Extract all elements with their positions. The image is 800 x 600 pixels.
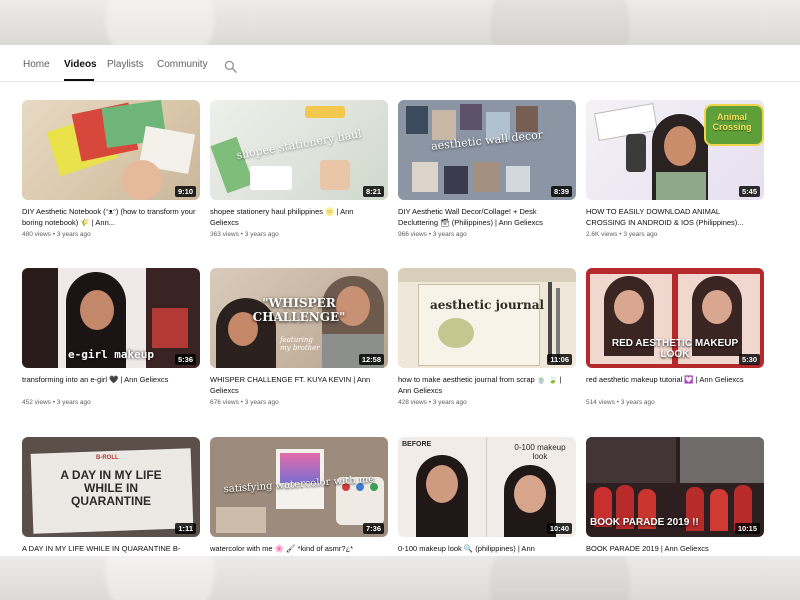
thumbnail-caption: Animal Crossing: [712, 112, 752, 132]
video-thumbnail[interactable]: satisfying watercolor with me 7:36: [210, 437, 388, 537]
video-card[interactable]: e-girl makeup 5:36 transforming into an …: [22, 268, 200, 406]
thumbnail-subtext: featuring my brother: [280, 336, 320, 352]
video-title[interactable]: A DAY IN MY LIFE WHILE IN QUARANTINE B-: [22, 543, 200, 556]
video-thumbnail[interactable]: "WHISPER CHALLENGE" featuring my brother…: [210, 268, 388, 368]
video-duration: 5:30: [738, 354, 760, 365]
video-meta: 428 views • 3 years ago: [398, 399, 467, 406]
video-title[interactable]: DIY Aesthetic Wall Decor/Collage! + Desk…: [398, 206, 576, 228]
video-card[interactable]: aesthetic wall decor 8:39 DIY Aesthetic …: [398, 100, 576, 238]
video-card[interactable]: shopee stationery haul 8:21 shopee stati…: [210, 100, 388, 238]
video-title[interactable]: shopee stationery haul philippines 🌝 | A…: [210, 206, 388, 228]
video-thumbnail[interactable]: aesthetic wall decor 8:39: [398, 100, 576, 200]
video-card[interactable]: satisfying watercolor with me 7:36 water…: [210, 437, 388, 556]
video-thumbnail[interactable]: e-girl makeup 5:36: [22, 268, 200, 368]
thumbnail-caption: aesthetic journal: [429, 298, 545, 312]
video-title[interactable]: how to make aesthetic journal from scrap…: [398, 374, 576, 396]
video-duration: 5:36: [174, 354, 196, 365]
video-thumbnail[interactable]: B-ROLL A DAY IN MY LIFE WHILE IN QUARANT…: [22, 437, 200, 537]
channel-tabs: Home Videos Playlists Community: [0, 45, 800, 82]
tab-videos[interactable]: Videos: [64, 59, 97, 70]
video-card[interactable]: BOOK PARADE 2019 !! 10:15 BOOK PARADE 20…: [586, 437, 764, 556]
tab-community[interactable]: Community: [157, 59, 208, 70]
video-title[interactable]: DIY Aesthetic Notebook (ᵔᴥᵔ) (how to tra…: [22, 206, 200, 228]
active-tab-indicator: [64, 79, 94, 81]
video-duration: 10:40: [546, 523, 572, 534]
video-duration: 10:15: [734, 523, 760, 534]
video-card[interactable]: 9:10 DIY Aesthetic Notebook (ᵔᴥᵔ) (how t…: [22, 100, 200, 238]
video-duration: 8:39: [550, 186, 572, 197]
video-title[interactable]: watercolor with me 🌸 🖌 *kind of asmr?¿*: [210, 543, 388, 556]
search-icon[interactable]: [224, 60, 237, 73]
video-duration: 9:10: [174, 186, 196, 197]
tab-home[interactable]: Home: [23, 59, 50, 70]
video-duration: 12:58: [358, 354, 384, 365]
video-title[interactable]: WHISPER CHALLENGE FT. KUYA KEVIN | Ann G…: [210, 374, 388, 396]
paper-background-top: [0, 0, 800, 45]
video-duration: 8:21: [362, 186, 384, 197]
video-title[interactable]: HOW TO EASILY DOWNLOAD ANIMAL CROSSING I…: [586, 206, 764, 228]
tab-playlists[interactable]: Playlists: [107, 59, 144, 70]
video-meta: 452 views • 3 years ago: [22, 399, 91, 406]
video-thumbnail[interactable]: shopee stationery haul 8:21: [210, 100, 388, 200]
thumbnail-caption: 0-100 makeup look: [514, 443, 566, 461]
video-thumbnail[interactable]: RED AESTHETIC MAKEUP LOOK 5:30: [586, 268, 764, 368]
video-title[interactable]: BOOK PARADE 2019 | Ann Geliexcs: [586, 543, 764, 556]
video-card[interactable]: BEFORE 0-100 makeup look 10:40 0-100 mak…: [398, 437, 576, 556]
video-card[interactable]: aesthetic journal 11:06 how to make aest…: [398, 268, 576, 406]
video-duration: 7:36: [362, 523, 384, 534]
paper-background-bottom: [0, 556, 800, 600]
video-meta: 2.6K views • 3 years ago: [586, 231, 658, 238]
thumbnail-caption: e-girl makeup: [67, 348, 155, 361]
video-meta: 363 views • 3 years ago: [210, 231, 279, 238]
thumbnail-label: B-ROLL: [96, 455, 119, 461]
video-meta: 676 views • 3 years ago: [210, 399, 279, 406]
video-duration: 11:06: [547, 354, 572, 365]
thumbnail-caption: RED AESTHETIC MAKEUP LOOK: [611, 338, 739, 360]
video-thumbnail[interactable]: aesthetic journal 11:06: [398, 268, 576, 368]
video-meta: 514 views • 3 years ago: [586, 399, 655, 406]
thumbnail-caption: A DAY IN MY LIFE WHILE IN QUARANTINE: [60, 468, 162, 508]
video-duration: 5:45: [738, 186, 760, 197]
video-thumbnail[interactable]: BEFORE 0-100 makeup look 10:40: [398, 437, 576, 537]
video-meta: 966 views • 3 years ago: [398, 231, 467, 238]
video-thumbnail[interactable]: 9:10: [22, 100, 200, 200]
video-card[interactable]: RED AESTHETIC MAKEUP LOOK 5:30 red aesth…: [586, 268, 764, 406]
thumbnail-caption: "WHISPER CHALLENGE": [252, 296, 346, 324]
video-title[interactable]: 0-100 makeup look 🔍 (philippines) | Ann: [398, 543, 576, 556]
video-title[interactable]: transforming into an e-girl 🖤 | Ann Geli…: [22, 374, 200, 396]
channel-panel: Home Videos Playlists Community 9:10 DIY…: [0, 45, 800, 556]
video-card[interactable]: "WHISPER CHALLENGE" featuring my brother…: [210, 268, 388, 406]
video-thumbnail[interactable]: Animal Crossing 5:45: [586, 100, 764, 200]
video-card[interactable]: B-ROLL A DAY IN MY LIFE WHILE IN QUARANT…: [22, 437, 200, 556]
thumbnail-caption: BOOK PARADE 2019 !!: [590, 517, 699, 528]
video-card[interactable]: Animal Crossing 5:45 HOW TO EASILY DOWNL…: [586, 100, 764, 238]
video-title[interactable]: red aesthetic makeup tutorial 💟 | Ann Ge…: [586, 374, 764, 396]
video-meta: 480 views • 3 years ago: [22, 231, 91, 238]
thumbnail-label: BEFORE: [402, 441, 432, 448]
video-duration: 1:11: [175, 523, 196, 534]
video-thumbnail[interactable]: BOOK PARADE 2019 !! 10:15: [586, 437, 764, 537]
